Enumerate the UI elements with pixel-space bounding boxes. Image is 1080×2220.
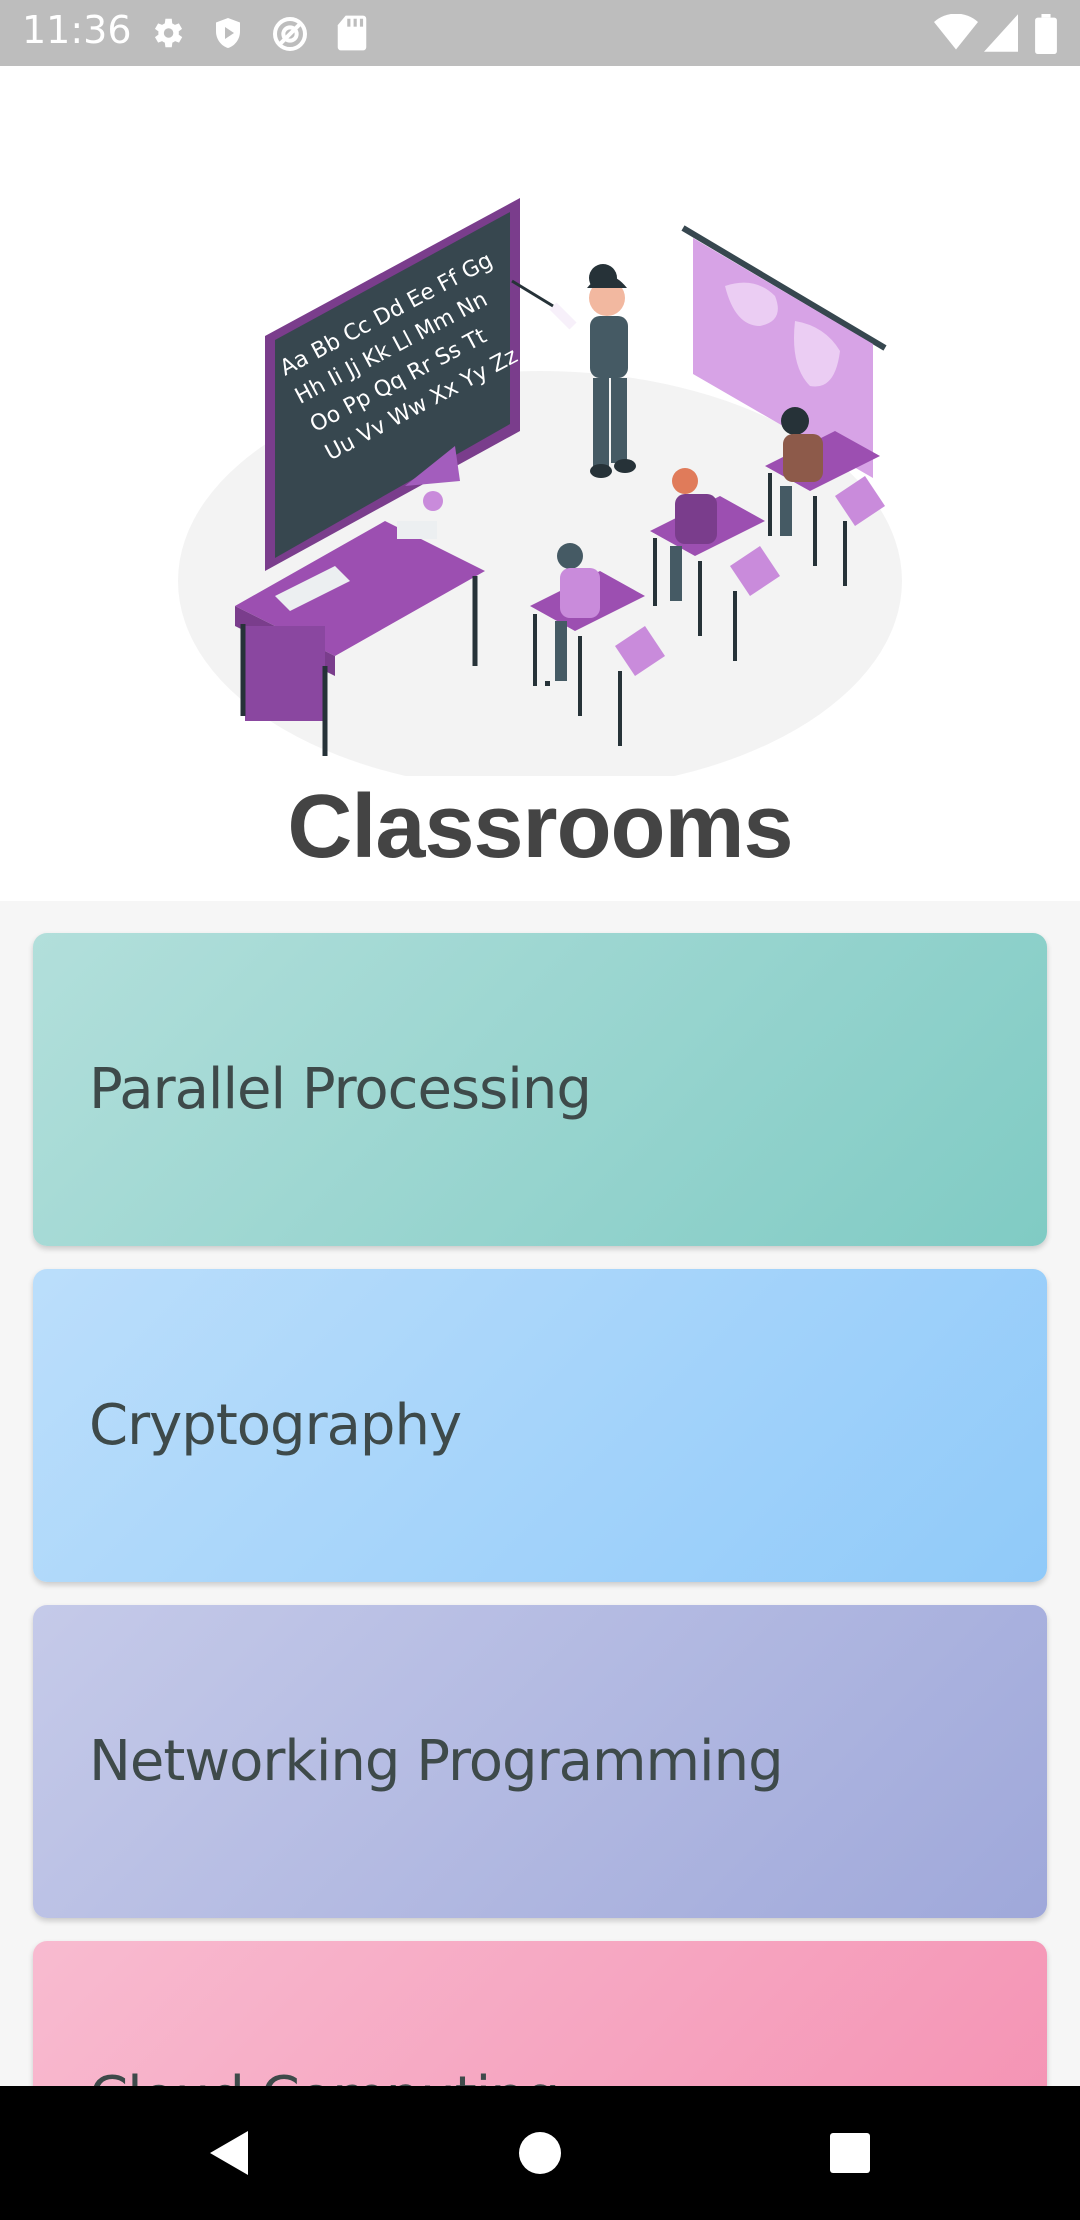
sd-card-icon <box>337 15 367 51</box>
status-bar: 11:36 <box>0 0 1080 66</box>
page-title: Classrooms <box>287 777 793 877</box>
signal-icon <box>984 14 1018 52</box>
back-icon[interactable] <box>190 2086 270 2220</box>
classroom-name: Networking Programming <box>89 1729 784 1794</box>
classroom-card-cloud-computing[interactable]: Cloud Computing <box>33 1941 1047 2086</box>
vpn-key-icon <box>273 17 307 51</box>
classroom-card-cryptography[interactable]: Cryptography <box>33 1269 1047 1582</box>
status-time: 11:36 <box>22 8 132 52</box>
wifi-icon <box>934 14 978 50</box>
classroom-name: Parallel Processing <box>89 1057 592 1122</box>
gear-icon <box>154 18 183 48</box>
shield-icon <box>216 18 240 48</box>
classroom-list[interactable]: Parallel Processing Cryptography Network… <box>0 901 1080 2086</box>
classroom-card-networking-programming[interactable]: Networking Programming <box>33 1605 1047 1918</box>
header: Aa Bb Cc Dd Ee Ff Gg Hh Ii Jj Kk Ll Mm N… <box>0 66 1080 901</box>
navigation-bar <box>0 2086 1080 2220</box>
classroom-name: Cloud Computing <box>89 1941 560 2086</box>
classroom-illustration: Aa Bb Cc Dd Ee Ff Gg Hh Ii Jj Kk Ll Mm N… <box>178 198 902 776</box>
home-icon[interactable] <box>500 2086 580 2220</box>
classroom-card-parallel-processing[interactable]: Parallel Processing <box>33 933 1047 1246</box>
battery-icon <box>1035 14 1057 54</box>
classroom-name: Cryptography <box>89 1393 462 1458</box>
recents-icon[interactable] <box>810 2086 890 2220</box>
